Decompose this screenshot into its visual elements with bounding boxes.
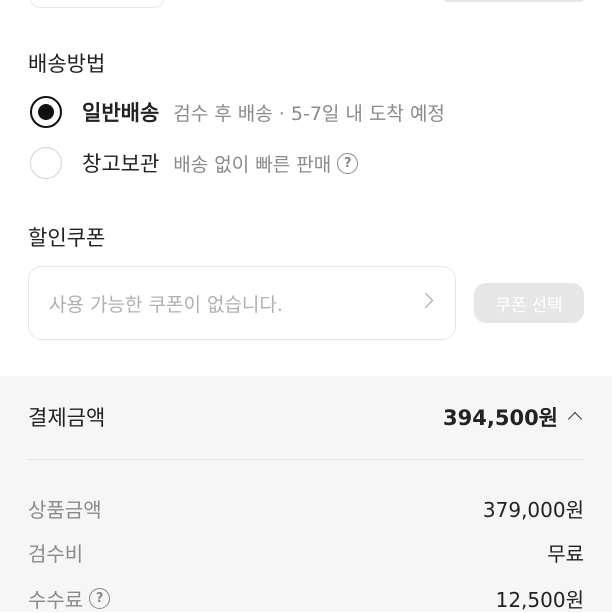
- shipping-option-label: 창고보관: [82, 152, 160, 176]
- line-label-fee: 수수료 ?: [28, 584, 111, 613]
- payment-title: 결제금액: [28, 406, 106, 430]
- payment-summary-panel: 결제금액 394,500원 상품금액 379,000원 검수비 무료 수수료 ?…: [0, 376, 612, 612]
- line-item-product: 상품금액 379,000원: [28, 494, 584, 523]
- shipping-option-label: 일반배송: [82, 101, 160, 125]
- shipping-option-desc: 검수 후 배송 · 5-7일 내 도착 예정: [173, 102, 445, 125]
- line-label: 상품금액: [28, 498, 102, 522]
- line-value: 무료: [547, 542, 584, 566]
- divider: [28, 459, 584, 460]
- coupon-title: 할인쿠폰: [28, 226, 106, 250]
- help-icon[interactable]: ?: [89, 588, 111, 609]
- line-value: 12,500원: [495, 588, 584, 612]
- coupon-field[interactable]: 사용 가능한 쿠폰이 없습니다.: [28, 266, 456, 340]
- line-item-fee: 수수료 ? 12,500원: [28, 584, 584, 613]
- shipping-option-warehouse[interactable]: 창고보관 배송 없이 빠른 판매 ?: [30, 147, 359, 179]
- shipping-option-standard[interactable]: 일반배송 검수 후 배송 · 5-7일 내 도착 예정: [30, 96, 445, 128]
- line-label-text: 수수료: [28, 588, 84, 612]
- coupon-select-button[interactable]: 쿠폰 선택: [474, 283, 584, 323]
- chevron-right-icon: [417, 292, 434, 309]
- radio-unselected-icon[interactable]: [30, 147, 62, 179]
- line-item-inspection: 검수비 무료: [28, 538, 584, 567]
- top-cutoff-value: [444, 0, 584, 2]
- top-cutoff-element: [30, 0, 164, 8]
- line-value: 379,000원: [482, 498, 584, 522]
- line-label: 검수비: [28, 542, 84, 566]
- radio-selected-icon[interactable]: [30, 96, 62, 128]
- payment-total[interactable]: 394,500원: [443, 402, 558, 432]
- help-icon[interactable]: ?: [337, 152, 359, 174]
- shipping-method-title: 배송방법: [28, 52, 106, 76]
- shipping-option-desc: 배송 없이 빠른 판매: [173, 153, 332, 176]
- coupon-placeholder: 사용 가능한 쿠폰이 없습니다.: [49, 293, 283, 316]
- chevron-up-icon[interactable]: [567, 411, 583, 427]
